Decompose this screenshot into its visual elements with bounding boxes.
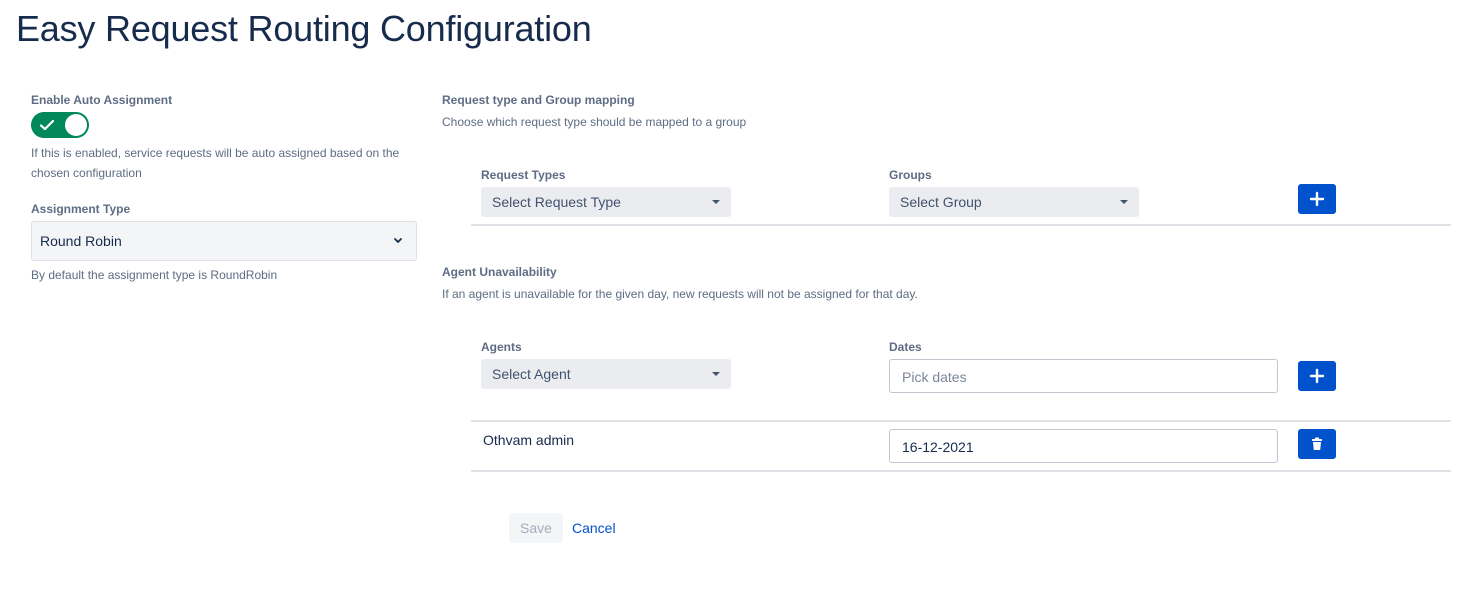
group-value: Select Group: [900, 194, 982, 210]
trash-icon: [1312, 437, 1322, 450]
request-types-label: Request Types: [481, 168, 566, 182]
auto-assignment-help: If this is enabled, service requests wil…: [31, 146, 400, 180]
assignment-type-select[interactable]: Round Robin: [31, 221, 417, 261]
unavailable-date-value: 16-12-2021: [902, 439, 974, 455]
request-type-select[interactable]: Select Request Type: [481, 187, 731, 217]
save-button[interactable]: Save: [509, 513, 563, 543]
chevron-down-icon: [394, 238, 402, 243]
assignment-type-help: By default the assignment type is RoundR…: [31, 268, 278, 282]
add-unavailability-button[interactable]: [1298, 361, 1336, 391]
agent-select[interactable]: Select Agent: [481, 359, 731, 389]
agents-label: Agents: [481, 340, 522, 354]
pick-dates-placeholder: Pick dates: [902, 369, 967, 385]
group-select[interactable]: Select Group: [889, 187, 1139, 217]
assignment-type-label: Assignment Type: [31, 202, 131, 216]
caret-down-icon: [712, 372, 720, 376]
agent-value: Select Agent: [492, 366, 571, 382]
dates-label: Dates: [889, 340, 922, 354]
plus-icon: [1309, 368, 1325, 384]
groups-label: Groups: [889, 168, 932, 182]
caret-down-icon: [1120, 200, 1128, 204]
row-divider: [471, 470, 1451, 472]
unavailability-section-title: Agent Unavailability: [442, 265, 557, 279]
pick-dates-input[interactable]: Pick dates: [889, 359, 1278, 393]
mapping-section-title: Request type and Group mapping: [442, 93, 635, 107]
add-mapping-button[interactable]: [1298, 184, 1336, 214]
unavailable-date-field[interactable]: 16-12-2021: [889, 429, 1278, 463]
mapping-section-help: Choose which request type should be mapp…: [442, 115, 747, 129]
page-title: Easy Request Routing Configuration: [16, 8, 592, 49]
cancel-link[interactable]: Cancel: [572, 520, 616, 536]
mapping-divider: [471, 224, 1451, 226]
delete-row-button[interactable]: [1298, 429, 1336, 459]
plus-icon: [1309, 191, 1325, 207]
agent-name: Othvam admin: [483, 432, 575, 448]
request-type-value: Select Request Type: [492, 194, 621, 210]
unavailability-divider: [471, 420, 1451, 422]
assignment-type-value: Round Robin: [40, 233, 122, 249]
check-icon: [39, 119, 55, 131]
auto-assignment-label: Enable Auto Assignment: [31, 93, 173, 107]
caret-down-icon: [712, 200, 720, 204]
toggle-knob: [65, 114, 87, 136]
unavailability-section-help: If an agent is unavailable for the given…: [442, 287, 918, 301]
auto-assignment-toggle[interactable]: [31, 112, 89, 138]
